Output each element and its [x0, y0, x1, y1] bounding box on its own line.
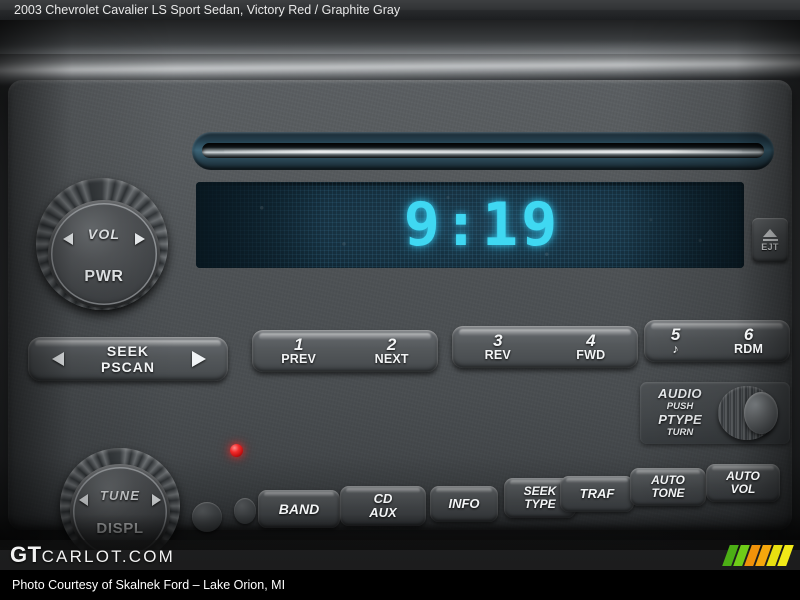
photo-credit-footer: Photo Courtesy of Skalnek Ford – Lake Or… [0, 570, 800, 600]
preset-button-5[interactable]: 5 ♪ [671, 326, 680, 362]
volume-knob-ring [51, 203, 157, 305]
preset-3-sub: REV [484, 348, 511, 363]
auto-vol-button-label: AUTO VOL [726, 470, 760, 495]
auxiliary-button-left[interactable] [192, 502, 222, 532]
seek-type-button-label: SEEK TYPE [524, 485, 557, 510]
info-button[interactable]: INFO [430, 486, 498, 522]
preset-button-6[interactable]: 6 RDM [734, 326, 763, 362]
volume-power-knob[interactable]: VOL PWR [48, 200, 160, 308]
auto-vol-button[interactable]: AUTO VOL [706, 464, 780, 502]
audio-knob-cap[interactable] [744, 392, 778, 434]
preset-button-3[interactable]: 3 REV [485, 332, 511, 368]
band-button-highlight [264, 492, 334, 497]
preset-pad-3-4[interactable]: 3 REV 4 FWD [452, 326, 638, 368]
band-button[interactable]: BAND [258, 490, 340, 528]
eject-button-label: EJT [761, 241, 779, 252]
tune-knob-ring [73, 467, 167, 550]
vehicle-photo: 9:19 EJT VOL PWR SEEK PSCAN 1 PREV 2 NEX… [0, 20, 800, 550]
vehicle-colors: Victory Red / Graphite Gray [246, 3, 401, 17]
cd-slot-bezel [192, 132, 774, 170]
audio-ptype-knob[interactable] [718, 386, 778, 440]
auto-vol-line2: VOL [730, 482, 756, 496]
auxiliary-button-right[interactable] [234, 498, 256, 524]
band-button-label: BAND [278, 500, 320, 517]
watermark-bar: GTCARLOT.COM [0, 540, 800, 570]
auto-tone-button[interactable]: AUTO TONE [630, 468, 706, 506]
preset-6-number: 6 [743, 324, 754, 344]
volume-knob-ridges[interactable]: VOL PWR [36, 178, 168, 310]
preset-button-1[interactable]: 1 PREV [281, 336, 316, 372]
radio-display: 9:19 [196, 182, 744, 268]
dash-specular-highlight [0, 38, 800, 86]
vehicle-title-bar: 2003 Chevrolet Cavalier LS Sport Sedan, … [0, 0, 800, 20]
photo-credit-text: Photo Courtesy of Skalnek Ford – Lake Or… [12, 578, 286, 592]
seek-pscan-button[interactable]: SEEK PSCAN [28, 337, 228, 381]
watermark-stripes-icon [722, 544, 800, 566]
audio-ptype-panel: AUDIO PUSH PTYPE TURN [640, 382, 790, 444]
clock-readout: 9:19 [403, 190, 561, 260]
tune-label: TUNE [99, 488, 141, 503]
volume-knob-label: VOL [87, 226, 121, 242]
aux-label: AUX [369, 505, 397, 520]
preset-2-number: 2 [386, 334, 397, 354]
preset-button-4[interactable]: 4 FWD [576, 332, 605, 368]
preset-5-number: 5 [670, 324, 681, 344]
preset-5-music-note-icon: ♪ [672, 342, 679, 357]
watermark-brand-bold: GT [10, 542, 42, 567]
tune-displ-knob[interactable]: TUNE DISPL [70, 464, 170, 550]
audio-label: AUDIO [658, 386, 702, 401]
watermark-brand-rest: CARLOT.COM [41, 547, 176, 566]
traf-button-highlight [566, 478, 628, 483]
preset-4-sub: FWD [576, 348, 606, 363]
seek-label: SEEK [106, 343, 150, 359]
preset-6-sub: RDM [734, 342, 764, 357]
watermark-brand: GTCARLOT.COM [0, 542, 175, 568]
preset-4-number: 4 [586, 330, 596, 350]
seek-right-arrow-icon[interactable] [192, 351, 206, 367]
preset-button-2[interactable]: 2 NEXT [375, 336, 409, 372]
screenshot-root: 2003 Chevrolet Cavalier LS Sport Sedan, … [0, 0, 800, 600]
seek-button-labels: SEEK PSCAN [101, 343, 155, 375]
turn-label: TURN [666, 427, 694, 438]
pscan-label: PSCAN [100, 359, 155, 375]
info-button-label: INFO [448, 496, 480, 512]
preset-1-number: 1 [293, 334, 304, 354]
cd-slot-highlight [224, 150, 742, 154]
preset-1-sub: PREV [281, 352, 317, 367]
traf-button-label: TRAF [579, 486, 615, 502]
cd-aux-button-label: CD AUX [369, 492, 396, 519]
eject-button[interactable]: EJT [752, 218, 788, 262]
eject-icon-bar [762, 238, 778, 241]
traf-button[interactable]: TRAF [560, 476, 634, 512]
push-label: PUSH [666, 401, 694, 412]
audio-knob-labels: AUDIO PUSH PTYPE TURN [644, 386, 716, 438]
cd-aux-button[interactable]: CD AUX [340, 486, 426, 526]
ptype-label: PTYPE [658, 412, 702, 427]
eject-icon [763, 228, 777, 237]
seek-left-arrow-icon[interactable] [52, 352, 64, 366]
seek-type-line2: TYPE [524, 497, 556, 511]
security-indicator-led [230, 444, 243, 457]
power-label: PWR [84, 268, 124, 285]
preset-2-sub: NEXT [374, 352, 409, 367]
vehicle-title: 2003 Chevrolet Cavalier LS Sport Sedan, [14, 3, 244, 17]
preset-3-number: 3 [493, 330, 503, 350]
auto-tone-button-label: AUTO TONE [651, 474, 685, 499]
auto-tone-line2: TONE [651, 486, 685, 500]
displ-label: DISPL [96, 520, 144, 537]
preset-pad-5-6[interactable]: 5 ♪ 6 RDM [644, 320, 790, 362]
preset-pad-1-2[interactable]: 1 PREV 2 NEXT [252, 330, 438, 372]
cd-slot[interactable] [202, 143, 764, 158]
info-button-highlight [436, 488, 492, 493]
